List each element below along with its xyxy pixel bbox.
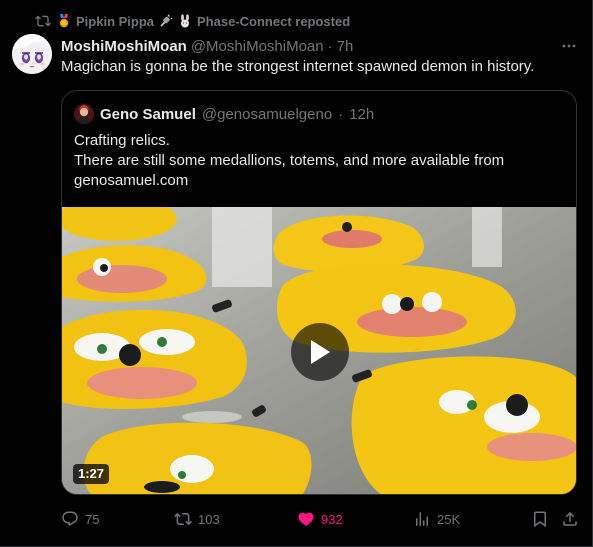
like-count: 932	[321, 511, 343, 527]
play-button[interactable]	[291, 323, 349, 381]
quote-text-line: There are still some medallions, totems,…	[74, 152, 505, 169]
like-button[interactable]: 932	[297, 508, 343, 530]
bookmark-icon	[534, 511, 546, 528]
repost-user-name[interactable]: Pipkin Pippa	[76, 14, 154, 29]
repost-indicator: Pipkin Pippa Phase-Connect reposted	[35, 12, 350, 30]
tweet[interactable]: Pipkin Pippa Phase-Connect reposted Mosh…	[0, 0, 593, 547]
reply-icon	[62, 511, 78, 527]
bunny-icon	[178, 14, 192, 28]
post-header: MoshiMoshiMoan @MoshiMoshiMoan · 7h	[61, 36, 353, 56]
quote-time[interactable]: 12h	[349, 106, 374, 123]
post-time[interactable]: 7h	[337, 38, 354, 55]
view-count: 25K	[437, 511, 461, 527]
quote-display-name[interactable]: Geno Samuel	[100, 106, 196, 123]
repost-count: 103	[198, 511, 220, 527]
video-player[interactable]: 1:27	[62, 207, 576, 494]
play-icon	[311, 340, 330, 364]
retweet-icon	[35, 13, 51, 29]
reply-button[interactable]: 75	[61, 508, 99, 530]
separator-dot: ·	[327, 37, 333, 55]
views-icon	[416, 512, 428, 526]
repost-by-label[interactable]: Phase-Connect reposted	[197, 14, 350, 29]
bookmark-button[interactable]	[531, 508, 549, 530]
repost-icon	[174, 512, 192, 526]
share-button[interactable]	[561, 508, 579, 530]
user-handle[interactable]: @MoshiMoshiMoan	[191, 38, 324, 55]
views-button[interactable]: 25K	[413, 508, 460, 530]
heart-icon	[298, 512, 314, 526]
quote-text-line: genosamuel.com	[74, 172, 189, 189]
display-name[interactable]: MoshiMoshiMoan	[61, 38, 187, 55]
video-duration: 1:27	[73, 464, 110, 484]
repost-button[interactable]: 103	[174, 508, 220, 530]
quoted-tweet[interactable]: Geno Samuel @genosamuelgeno · 12h Crafti…	[61, 90, 577, 495]
quote-avatar[interactable]	[74, 104, 94, 124]
action-bar: 75 103 932 25K	[61, 508, 581, 530]
post-text: Magichan is gonna be the strongest inter…	[61, 58, 535, 75]
quote-header: Geno Samuel @genosamuelgeno · 12h	[74, 104, 374, 124]
share-icon	[563, 511, 577, 526]
quote-text-line: Crafting relics.	[74, 132, 170, 149]
avatar[interactable]	[12, 34, 52, 74]
quote-user-handle[interactable]: @genosamuelgeno	[202, 106, 332, 123]
reply-count: 75	[85, 511, 100, 527]
plug-icon	[159, 14, 173, 28]
quote-text: Crafting relics. There are still some me…	[74, 131, 564, 191]
more-options-icon[interactable]	[559, 36, 579, 56]
quote-separator-dot: ·	[338, 105, 344, 123]
medal-icon	[57, 14, 71, 28]
